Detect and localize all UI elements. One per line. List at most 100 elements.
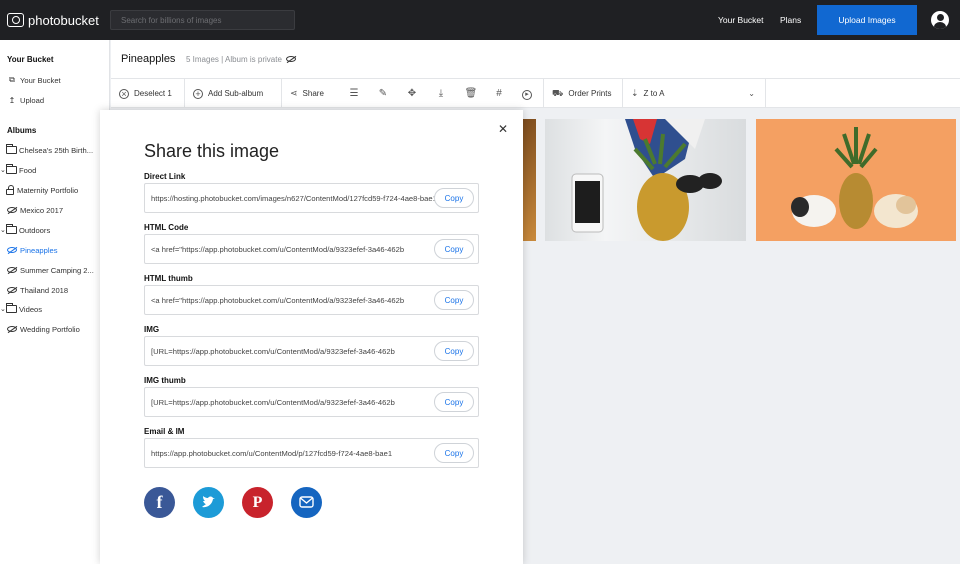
direct-link-label: Direct Link [144, 172, 186, 181]
play-slideshow-icon[interactable]: ▸ [516, 79, 538, 108]
album-label: Videos [19, 304, 43, 314]
direct-link-field: Copy [144, 183, 479, 213]
html-thumb-field: Copy [144, 285, 479, 315]
albums-heading: Albums [7, 126, 37, 135]
album-title: Pineapples [121, 53, 176, 65]
close-icon[interactable]: ✕ [498, 122, 508, 136]
private-eye-icon [7, 207, 17, 213]
copy-button[interactable]: Copy [434, 290, 474, 310]
camera-logo-icon [7, 13, 24, 27]
sidebar-album-food[interactable]: ⌄ Food [0, 163, 110, 177]
plus-circle-icon: + [193, 88, 203, 99]
album-label: Food [19, 165, 37, 175]
add-subalbum-button[interactable]: + Add Sub-album [185, 79, 282, 108]
sidebar-item-upload[interactable]: ↥ Upload [0, 93, 110, 107]
share-icon: ⋖ [290, 88, 298, 98]
sort-dropdown[interactable]: ⇣ Z to A ⌄ [623, 79, 766, 108]
album-header: Pineapples 5 Images | Album is private [111, 40, 960, 79]
move-icon[interactable]: ✥ [401, 79, 423, 108]
html-code-input[interactable] [145, 235, 435, 263]
folder-icon [6, 164, 17, 174]
edit-pencil-icon[interactable]: ✎ [372, 79, 394, 108]
sidebar-album-wedding[interactable]: Wedding Portfolio [0, 322, 110, 336]
private-eye-icon [286, 56, 297, 62]
email-icon[interactable] [291, 487, 322, 518]
album-label: Chelsea's 25th Birth... [19, 145, 94, 155]
album-label: Summer Camping 2... [20, 265, 94, 275]
copy-button[interactable]: Copy [434, 239, 474, 259]
sidebar-album-mexico[interactable]: Mexico 2017 [0, 203, 110, 217]
sidebar-album-summer-camping[interactable]: Summer Camping 2... [0, 263, 110, 277]
deselect-button[interactable]: × Deselect 1 [111, 79, 185, 108]
sidebar-album-maternity[interactable]: Maternity Portfolio [0, 183, 110, 197]
private-eye-icon [7, 326, 17, 332]
direct-link-input[interactable] [145, 184, 435, 212]
sidebar-album-thailand[interactable]: Thailand 2018 [0, 283, 110, 297]
facebook-icon[interactable]: f [144, 487, 175, 518]
share-image-modal: ✕ Share this image Direct Link Copy HTML… [100, 110, 523, 564]
plans-link[interactable]: Plans [780, 0, 801, 40]
pinterest-icon[interactable]: P [242, 487, 273, 518]
folder-icon [6, 303, 17, 313]
folder-icon [6, 144, 17, 154]
adjust-icon[interactable]: ☰ [343, 79, 365, 108]
img-field: Copy [144, 336, 479, 366]
twitter-icon[interactable] [193, 487, 224, 518]
copy-button[interactable]: Copy [434, 188, 474, 208]
email-im-field: Copy [144, 438, 479, 468]
your-bucket-heading: Your Bucket [7, 55, 54, 64]
download-icon[interactable]: ⤓ [430, 79, 452, 108]
trash-icon[interactable]: 🗑 [460, 79, 482, 108]
album-meta: 5 Images | Album is private [186, 55, 299, 64]
html-code-field: Copy [144, 234, 479, 264]
photo-thumbnail[interactable] [545, 119, 746, 241]
album-label: Maternity Portfolio [17, 185, 79, 195]
sidebar-item-your-bucket[interactable]: ⧉ Your Bucket [0, 73, 110, 87]
copy-button[interactable]: Copy [434, 341, 474, 361]
modal-title: Share this image [144, 141, 280, 161]
search-input[interactable] [110, 10, 295, 30]
folder-icon [6, 224, 17, 234]
album-label: Wedding Portfolio [20, 324, 80, 334]
photo-thumbnail[interactable] [756, 119, 956, 241]
album-label: Pineapples [20, 245, 58, 255]
email-im-input[interactable] [145, 439, 435, 467]
upload-images-button[interactable]: Upload Images [817, 5, 917, 35]
album-label: Outdoors [19, 225, 51, 235]
copy-button[interactable]: Copy [434, 392, 474, 412]
sidebar-item-label: Upload [20, 95, 45, 105]
img-thumb-label: IMG thumb [144, 376, 186, 385]
top-navigation-bar: photobucket Your Bucket Plans Upload Ima… [0, 0, 960, 40]
sidebar-album-videos[interactable]: ⌄ Videos [0, 302, 110, 316]
logo-text: photobucket [28, 12, 99, 28]
close-circle-icon: × [119, 88, 129, 99]
html-thumb-label: HTML thumb [144, 274, 193, 283]
user-avatar-icon[interactable] [931, 11, 949, 29]
img-label: IMG [144, 325, 160, 334]
sort-icon: ⇣ [631, 88, 639, 98]
private-eye-icon [7, 247, 17, 253]
chevron-down-icon: ⌄ [748, 89, 755, 98]
order-prints-button[interactable]: ⛟ Order Prints [543, 79, 623, 108]
sidebar-album-outdoors[interactable]: ⌄ Outdoors [0, 223, 110, 237]
img-thumb-input[interactable] [145, 388, 435, 416]
html-thumb-input[interactable] [145, 286, 435, 314]
hashtag-icon[interactable]: # [488, 79, 510, 108]
upload-icon: ↥ [8, 95, 16, 105]
sidebar: Your Bucket ⧉ Your Bucket ↥ Upload Album… [0, 40, 110, 564]
sidebar-item-label: Your Bucket [20, 75, 61, 85]
img-input[interactable] [145, 337, 435, 365]
your-bucket-link[interactable]: Your Bucket [718, 0, 764, 40]
album-label: Mexico 2017 [20, 205, 64, 215]
copy-button[interactable]: Copy [434, 443, 474, 463]
photos-icon: ⧉ [9, 75, 15, 84]
sidebar-album-pineapples[interactable]: Pineapples [0, 243, 110, 257]
lock-icon [6, 184, 14, 195]
html-code-label: HTML Code [144, 223, 189, 232]
sidebar-album-chelsea[interactable]: Chelsea's 25th Birth... [0, 143, 110, 157]
private-eye-icon [7, 287, 17, 293]
cart-icon: ⛟ [552, 87, 564, 98]
email-im-label: Email & IM [144, 427, 185, 436]
share-button[interactable]: ⋖ Share [282, 79, 338, 108]
photobucket-logo[interactable]: photobucket [7, 13, 110, 28]
